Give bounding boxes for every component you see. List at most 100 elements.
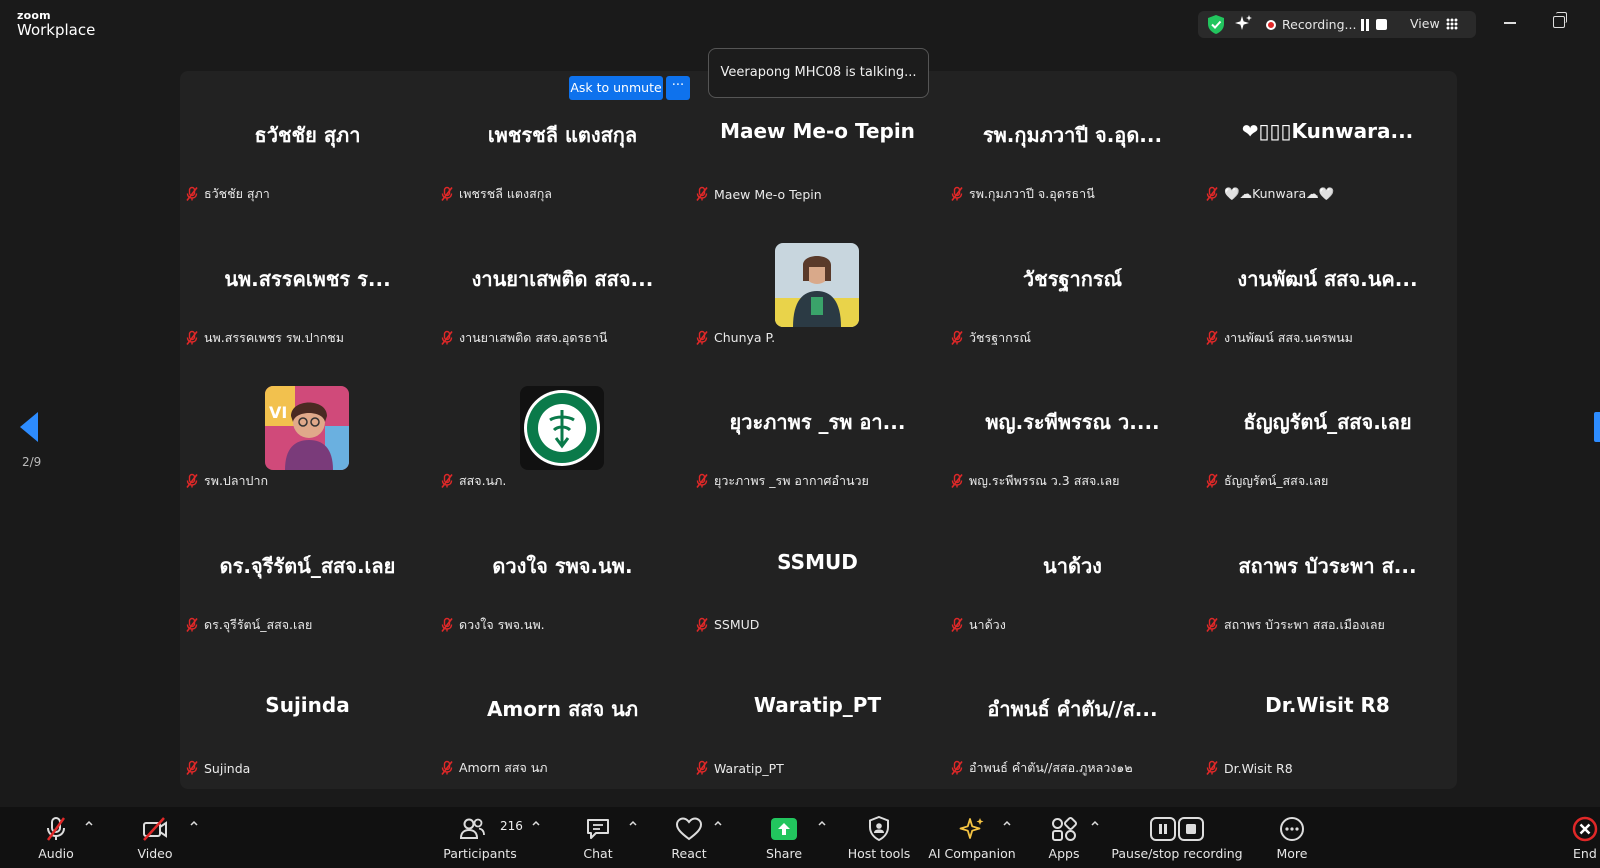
participant-label-text: ธัญญรัตน์_สสจ.เลย xyxy=(1224,473,1329,489)
participant-tile[interactable]: รพ.กุมภวาปี จ.อุด... รพ.กุมภวาปี จ.อุดรธา… xyxy=(945,71,1200,214)
participant-label-text: นพ.สรรคเพชร รพ.ปากชม xyxy=(204,329,345,345)
more-label: More xyxy=(1276,846,1308,861)
apps-label: Apps xyxy=(1048,846,1080,861)
participant-tile[interactable]: ดร.จุรีรัตน์_สสจ.เลย ดร.จุรีรัตน์_สสจ.เลย xyxy=(180,502,435,645)
apps-icon xyxy=(1052,816,1078,841)
participant-display-name: พญ.ระพีพรรณ ว.... xyxy=(985,410,1160,435)
participant-tile[interactable]: VI รพ.ปลาปาก xyxy=(180,358,435,501)
participant-display-name: อำพนธ์ คำตัน//ส... xyxy=(987,697,1158,722)
mic-muted-icon xyxy=(694,330,710,346)
participant-tile[interactable]: ยุวะภาพร _รพ อา... ยุวะภาพร _รพ อากาศอำนว… xyxy=(690,358,945,501)
participant-display-name: วัชรฐากรณ์ xyxy=(1022,266,1123,291)
chat-options-chevron-icon[interactable] xyxy=(629,819,637,827)
ai-companion-sparkle-icon xyxy=(959,818,984,839)
end-meeting-button[interactable]: End xyxy=(1560,807,1600,868)
participant-tile[interactable]: Chunya P. xyxy=(690,215,945,358)
heart-icon xyxy=(675,817,703,841)
participant-display-name: Dr.Wisit R8 xyxy=(1265,693,1390,718)
participant-tile[interactable]: ธวัชชัย สุภา ธวัชชัย สุภา xyxy=(180,71,435,214)
participant-display-name: รพ.กุมภวาปี จ.อุด... xyxy=(982,123,1163,147)
audio-button[interactable]: Audio xyxy=(26,807,86,868)
ai-companion-button[interactable]: AI Companion xyxy=(928,807,1016,868)
mic-muted-icon xyxy=(949,186,965,202)
participant-label-text: Maew Me-o Tepin xyxy=(714,186,822,202)
participant-label-text: งานพัฒน์ สสจ.นครพนม xyxy=(1224,329,1353,345)
unmute-more-button[interactable]: ··· xyxy=(666,76,690,100)
participant-tile[interactable]: งานยาเสพติด สสจ... งานยาเสพติด สสจ.อุดรธา… xyxy=(435,215,690,358)
minimize-icon[interactable] xyxy=(1504,22,1516,24)
participant-display-name: ดร.จุรีรัตน์_สสจ.เลย xyxy=(219,553,396,578)
participant-tile[interactable]: สถาพร บัวระพา ส... สถาพร บัวระพา สสอ.เมือ… xyxy=(1200,502,1455,645)
apps-button[interactable]: Apps xyxy=(1034,807,1094,868)
video-off-icon xyxy=(143,817,167,841)
participant-display-name: นพ.สรรคเพชร ร... xyxy=(224,266,391,291)
audio-label: Audio xyxy=(38,846,74,861)
participant-label-text: ดร.จุรีรัตน์_สสจ.เลย xyxy=(204,616,313,632)
participant-tile[interactable]: งานพัฒน์ สสจ.นค... งานพัฒน์ สสจ.นครพนม xyxy=(1200,215,1455,358)
mic-muted-icon xyxy=(1204,473,1220,489)
participant-tile[interactable]: Sujinda Sujinda xyxy=(180,645,435,788)
mic-muted-icon xyxy=(439,473,455,489)
participant-label-text: Waratip_PT xyxy=(714,760,784,776)
participants-button[interactable]: 216 Participants xyxy=(440,807,523,868)
end-label: End xyxy=(1573,846,1597,861)
stop-recording-icon[interactable] xyxy=(1376,19,1387,30)
participant-tile[interactable]: ❤▯▯▯Kunwara... 🤍☁Kunwara☁🤍 xyxy=(1200,71,1455,214)
participant-tile[interactable]: นพ.สรรคเพชร ร... นพ.สรรคเพชร รพ.ปากชม xyxy=(180,215,435,358)
participant-label-text: 🤍☁Kunwara☁🤍 xyxy=(1224,186,1335,201)
participant-tile[interactable]: ดวงใจ รพจ.นพ. ดวงใจ รพจ.นพ. xyxy=(435,502,690,645)
next-page-arrow-icon[interactable] xyxy=(1594,412,1600,442)
participant-tile[interactable]: Amorn สสจ นภ Amorn สสจ นภ xyxy=(435,645,690,788)
mic-muted-icon xyxy=(439,330,455,346)
participant-name-label: นาด้วง xyxy=(949,615,1006,635)
share-screen-icon xyxy=(771,818,797,840)
participant-tile[interactable]: Dr.Wisit R8 Dr.Wisit R8 xyxy=(1200,645,1455,788)
participant-label-text: พญ.ระพีพรรณ ว.3 สสจ.เลย xyxy=(969,473,1120,489)
mic-muted-icon xyxy=(949,617,965,633)
view-button[interactable]: View xyxy=(1410,16,1440,31)
participant-tile[interactable]: Waratip_PT Waratip_PT xyxy=(690,645,945,788)
participant-label-text: อำพนธ์ คำตัน//สสอ.ภูหลวง๑๒ xyxy=(969,760,1133,776)
participant-tile[interactable]: นาด้วง นาด้วง xyxy=(945,502,1200,645)
participant-tile[interactable]: พญ.ระพีพรรณ ว.... พญ.ระพีพรรณ ว.3 สสจ.เลย xyxy=(945,358,1200,501)
ai-companion-options-chevron-icon[interactable] xyxy=(1003,819,1011,827)
more-button[interactable]: More xyxy=(1262,807,1322,868)
participant-tile[interactable]: อำพนธ์ คำตัน//ส... อำพนธ์ คำตัน//สสอ.ภูหล… xyxy=(945,645,1200,788)
mic-muted-icon xyxy=(184,760,200,776)
participant-tile[interactable]: สสจ.นภ. xyxy=(435,358,690,501)
participant-label-text: Chunya P. xyxy=(714,330,776,346)
participant-name-label: นพ.สรรคเพชร รพ.ปากชม xyxy=(184,328,344,348)
chat-button[interactable]: Chat xyxy=(568,807,628,868)
mic-muted-icon xyxy=(184,330,200,346)
restore-icon[interactable] xyxy=(1553,12,1567,28)
shield-icon[interactable] xyxy=(1206,14,1226,35)
pause-stop-recording-button[interactable]: Pause/stop recording xyxy=(1110,807,1244,868)
mic-muted-icon xyxy=(949,760,965,776)
participant-tile[interactable]: SSMUD SSMUD xyxy=(690,502,945,645)
zoom-logo: zoom Workplace xyxy=(17,10,95,38)
participant-tile[interactable]: ธัญญรัตน์_สสจ.เลย ธัญญรัตน์_สสจ.เลย xyxy=(1200,358,1455,501)
react-options-chevron-icon[interactable] xyxy=(714,819,722,827)
ask-to-unmute-button[interactable]: Ask to unmute xyxy=(569,76,663,100)
share-button[interactable]: Share xyxy=(754,807,814,868)
participant-label-text: สสจ.นภ. xyxy=(459,473,507,489)
participants-options-chevron-icon[interactable] xyxy=(532,819,540,827)
video-button[interactable]: Video xyxy=(125,807,185,868)
video-options-chevron-icon[interactable] xyxy=(190,819,198,827)
participant-tile[interactable]: วัชรฐากรณ์ วัชรฐากรณ์ xyxy=(945,215,1200,358)
apps-options-chevron-icon[interactable] xyxy=(1091,819,1099,827)
react-button[interactable]: React xyxy=(659,807,719,868)
previous-page-arrow-icon[interactable] xyxy=(20,412,38,442)
participant-label-text: ดวงใจ รพจ.นพ. xyxy=(459,616,545,632)
participant-name-label: อำพนธ์ คำตัน//สสอ.ภูหลวง๑๒ xyxy=(949,758,1133,778)
grid-view-icon[interactable] xyxy=(1446,18,1458,30)
ai-sparkle-icon[interactable] xyxy=(1234,14,1254,34)
participant-name-label: วัชรฐากรณ์ xyxy=(949,328,1031,348)
host-tools-button[interactable]: Host tools xyxy=(844,807,914,868)
pause-recording-icon[interactable] xyxy=(1360,19,1370,31)
participant-name-label: SSMUD xyxy=(694,615,759,635)
participant-label-text: Amorn สสจ นภ xyxy=(459,760,548,776)
share-options-chevron-icon[interactable] xyxy=(818,819,826,827)
participants-count: 216 xyxy=(500,819,523,833)
audio-options-chevron-icon[interactable] xyxy=(85,819,93,827)
